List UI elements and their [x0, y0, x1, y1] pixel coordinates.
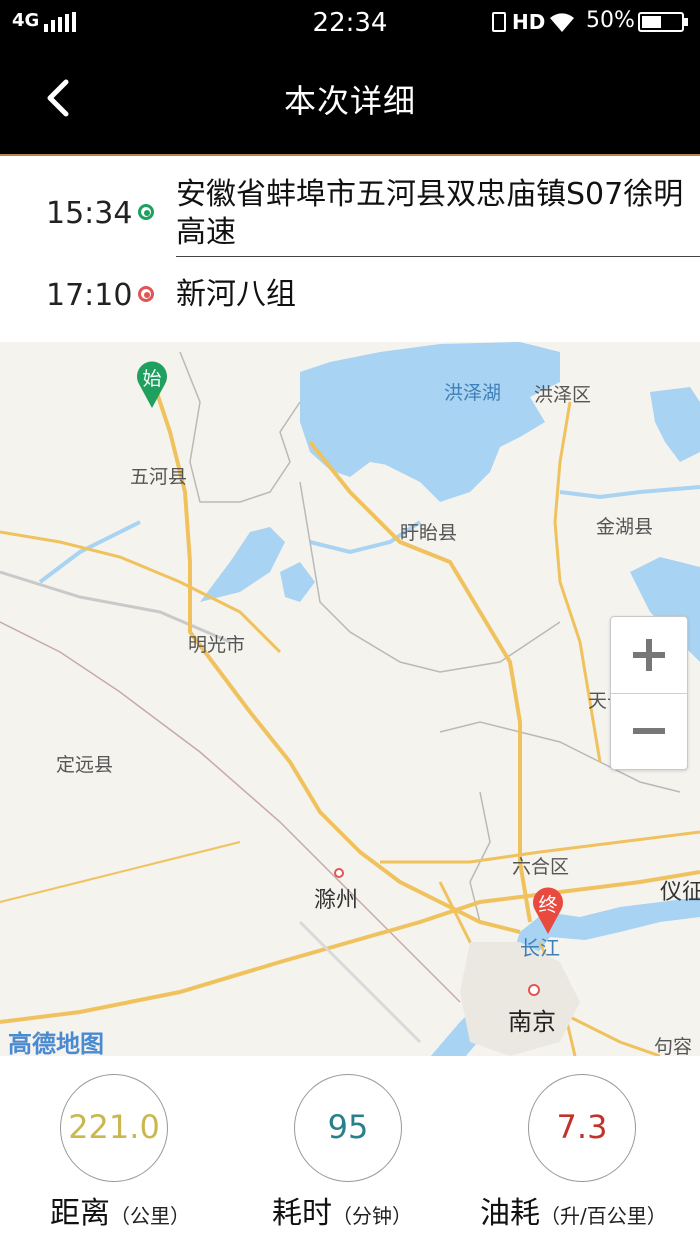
nanjing-dot-icon: [528, 984, 540, 996]
start-time: 15:34: [46, 196, 133, 231]
route-details: 15:34 安徽省蚌埠市五河县双忠庙镇S07徐明高速 17:10 新河八组: [0, 156, 700, 342]
battery-percent: 50%: [586, 8, 635, 33]
start-pin-icon[interactable]: 始: [135, 358, 169, 408]
minus-icon: [633, 728, 665, 734]
map-label-yizheng: 仪征: [660, 880, 700, 905]
battery-tip: [684, 18, 688, 26]
stat-distance: 221.0 距离（公里）: [10, 1074, 210, 1244]
stat-fuel: 7.3 油耗（升/百公里）: [478, 1074, 678, 1244]
end-dot-icon: [138, 286, 154, 302]
start-pin-label: 始: [142, 368, 162, 390]
map-label-xuyi: 盱眙县: [400, 522, 458, 544]
battery-icon: [638, 12, 684, 32]
amap-logo: 高德地图: [8, 1030, 104, 1056]
duration-label: 耗时（分钟）: [272, 1188, 492, 1232]
distance-label: 距离（公里）: [50, 1188, 270, 1232]
duration-label-text: 耗时: [272, 1196, 332, 1231]
map-label-jinhu: 金湖县: [596, 516, 654, 538]
plus-icon: [633, 639, 665, 671]
fuel-value: 7.3: [556, 1108, 608, 1146]
trip-stats: 221.0 距离（公里） 95 耗时（分钟） 7.3 油耗（升/百公里）: [0, 1056, 700, 1244]
fuel-label-text: 油耗: [480, 1196, 540, 1231]
map-label-hongzehu: 洪泽湖: [444, 382, 502, 404]
route-end-row: 17:10 新河八组: [0, 266, 700, 336]
distance-label-text: 距离: [50, 1196, 110, 1231]
wifi-icon: [550, 13, 574, 32]
map-label-liuhe: 六合区: [512, 856, 570, 878]
duration-unit: （分钟）: [332, 1204, 412, 1228]
charging-icon: [492, 12, 506, 32]
divider: [176, 256, 700, 257]
map-label-jurong: 句容: [654, 1036, 693, 1056]
end-pin-icon[interactable]: 终: [531, 884, 565, 934]
zoom-control: [610, 616, 688, 770]
status-bar: 4G 22:34 HD 50%: [0, 0, 700, 48]
end-time: 17:10: [46, 278, 133, 313]
end-pin-label: 终: [538, 894, 558, 916]
chuzhou-dot-icon: [334, 868, 344, 878]
map-label-changjiang: 长江: [520, 936, 560, 960]
distance-unit: （公里）: [110, 1204, 190, 1228]
map-label-chuzhou: 滁州: [314, 888, 359, 913]
map-label-wuhe: 五河县: [130, 466, 188, 488]
start-dot-icon: [138, 204, 154, 220]
title-bar: 本次详细: [0, 48, 700, 156]
map-label-hongzequ: 洪泽区: [534, 384, 592, 406]
start-address: 安徽省蚌埠市五河县双忠庙镇S07徐明高速: [176, 177, 684, 250]
end-address: 新河八组: [176, 277, 296, 312]
route-start-row: 15:34 安徽省蚌埠市五河县双忠庙镇S07徐明高速: [0, 166, 700, 258]
page-title: 本次详细: [283, 82, 416, 120]
hd-indicator: HD: [512, 10, 546, 34]
fuel-label: 油耗（升/百公里）: [480, 1188, 700, 1232]
stat-duration: 95 耗时（分钟）: [244, 1074, 444, 1244]
route-map[interactable]: 洪泽湖 洪泽区 五河县 盱眙县 金湖县 明光市 天长市 定远县 六合区 滁州 仪…: [0, 342, 700, 1056]
fuel-unit: （升/百公里）: [540, 1204, 667, 1228]
zoom-out-button[interactable]: [611, 693, 687, 769]
map-label-dingyuan: 定远县: [56, 754, 114, 776]
duration-value: 95: [327, 1108, 369, 1146]
zoom-in-button[interactable]: [611, 617, 687, 694]
map-label-mingguang: 明光市: [188, 634, 246, 656]
distance-value: 221.0: [68, 1108, 160, 1146]
map-label-nanjing: 南京: [508, 1008, 556, 1036]
